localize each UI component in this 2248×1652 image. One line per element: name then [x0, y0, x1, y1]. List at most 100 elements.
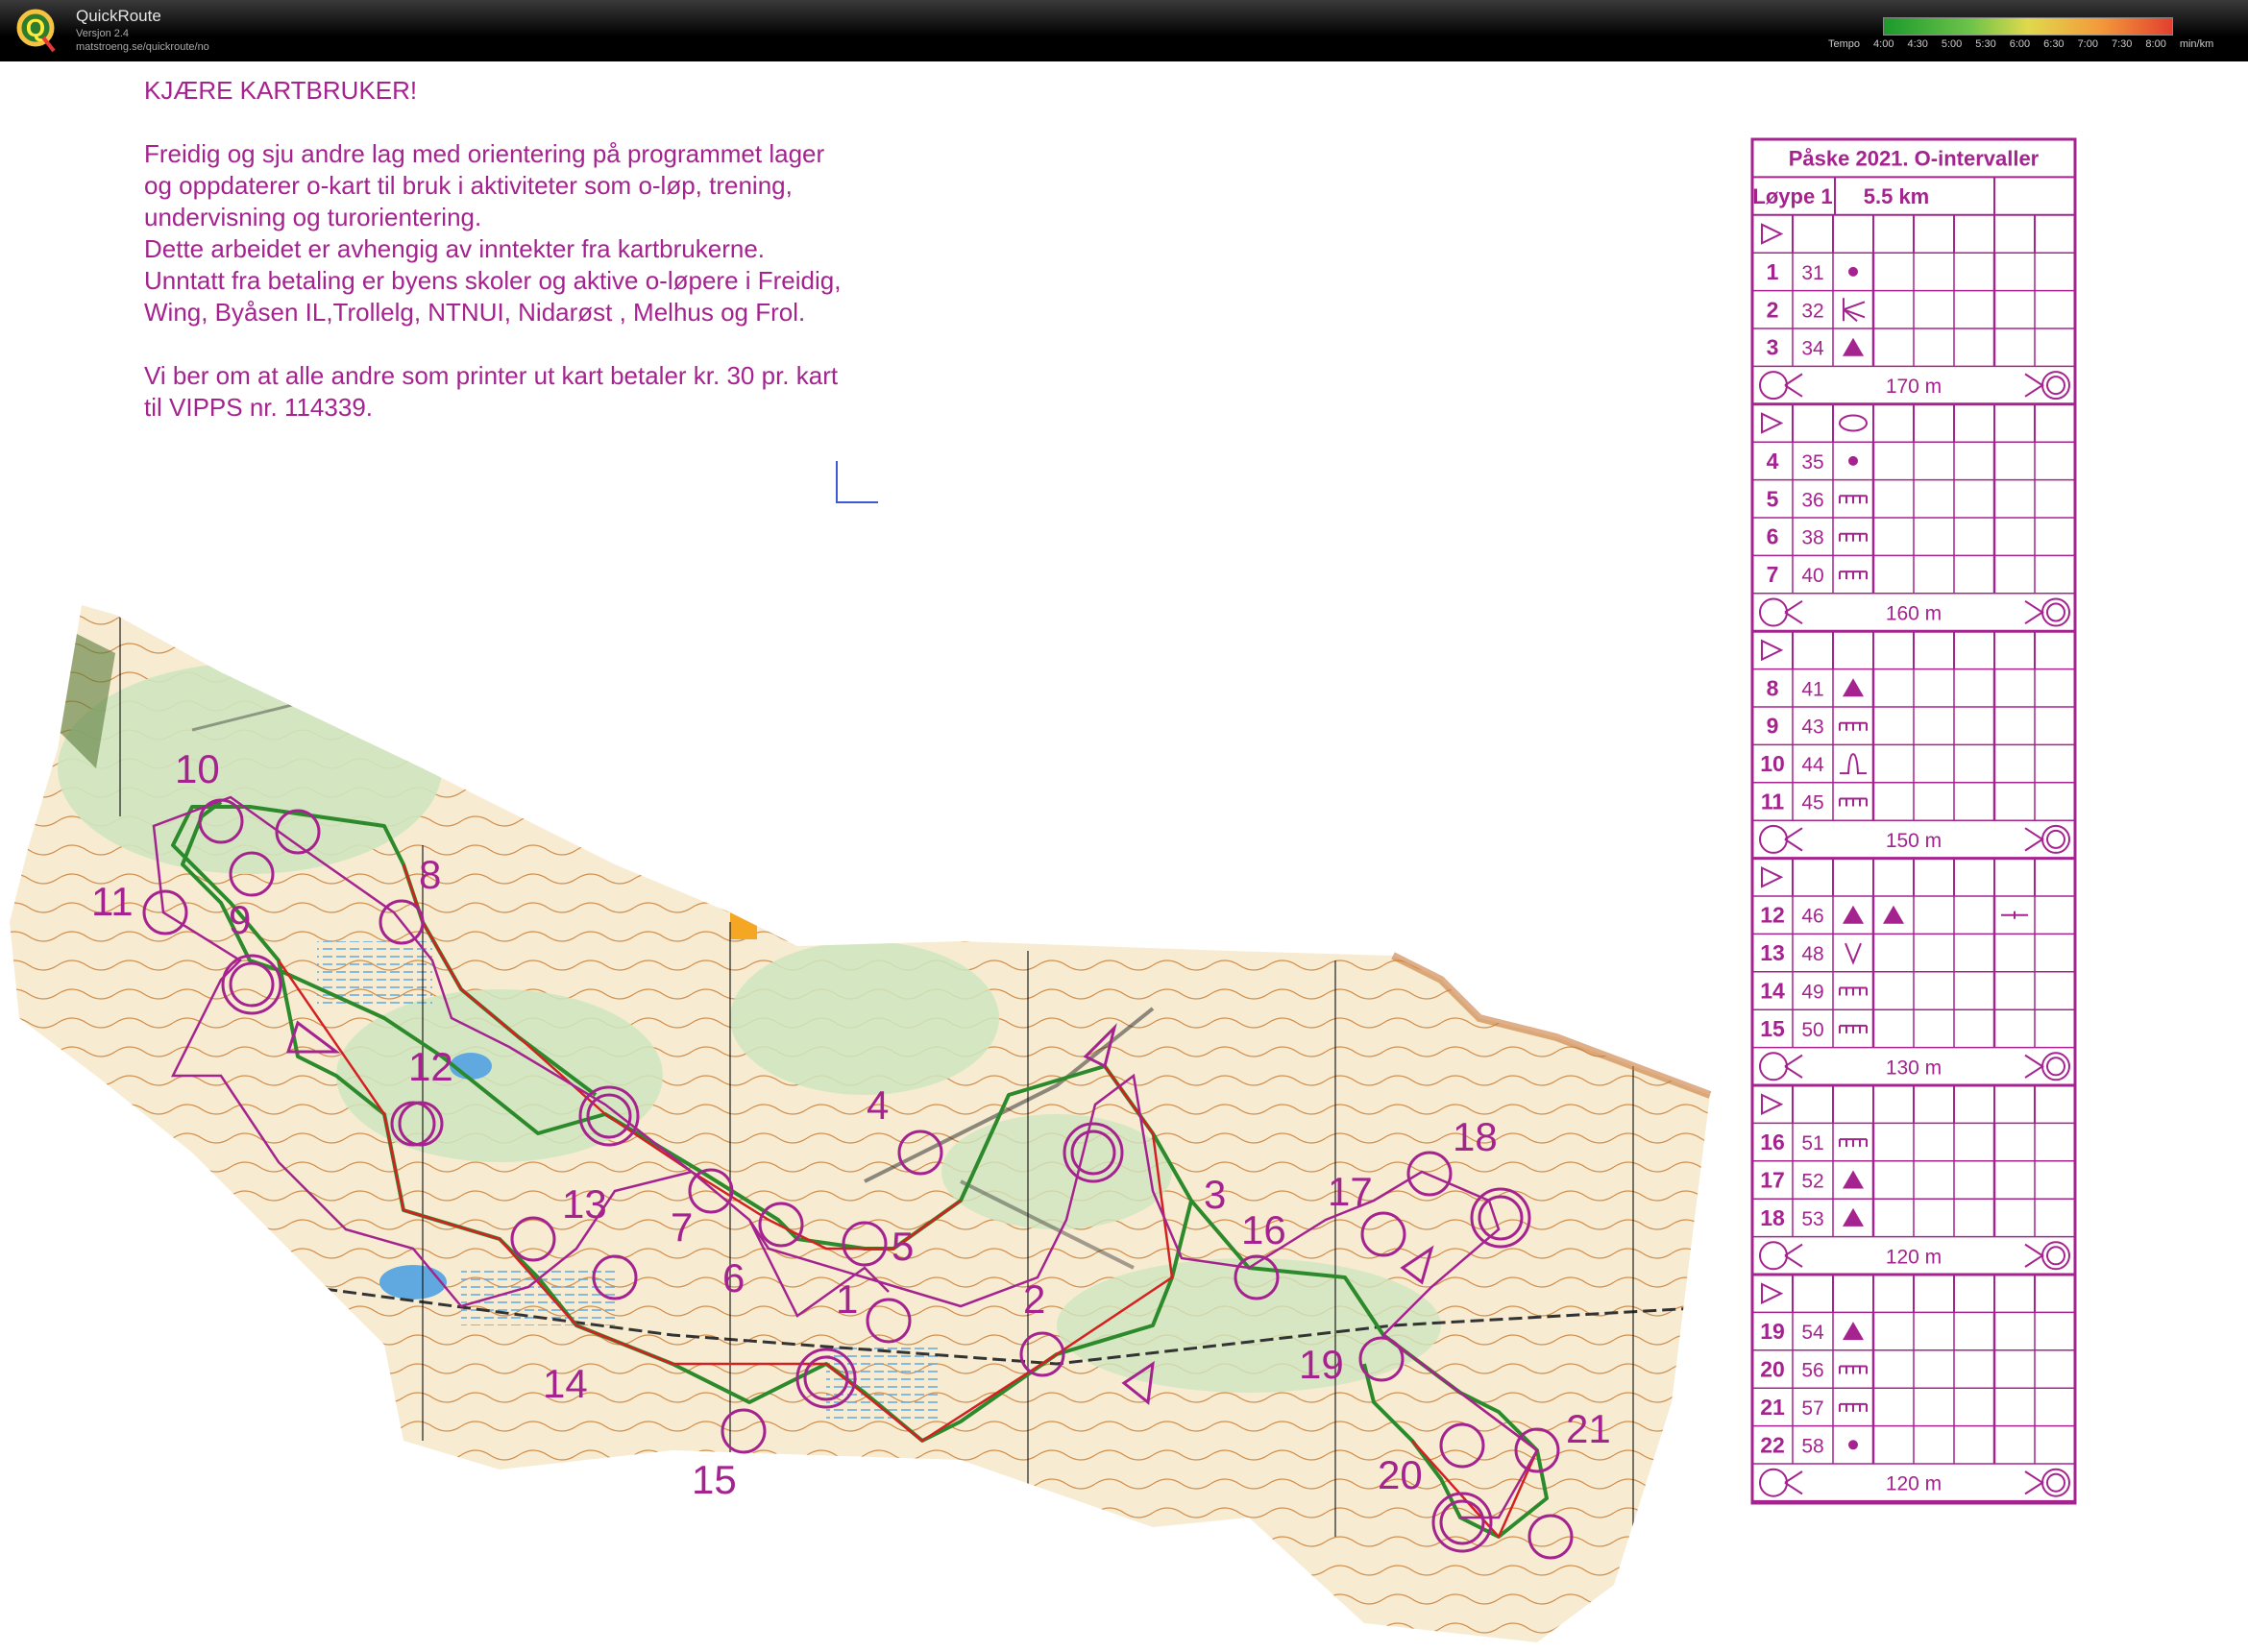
- control-sequence-number: 6: [1767, 524, 1779, 549]
- tempo-label: Tempo: [1828, 38, 1861, 50]
- start-triangle-icon: [1761, 639, 1784, 662]
- marked-route-length: 130 m: [1886, 1057, 1942, 1079]
- control-code: 46: [1801, 906, 1823, 928]
- triangle-symbol-icon: [1843, 337, 1864, 356]
- control-number: 19: [1299, 1342, 1344, 1387]
- control-number: 13: [562, 1181, 607, 1227]
- control-number: 10: [175, 746, 220, 791]
- tempo-tick: 6:00: [2009, 38, 2031, 50]
- notice-line: Unntatt fra betaling er byens skoler og …: [144, 266, 842, 295]
- control-code: 38: [1801, 527, 1823, 549]
- control-sequence-number: 22: [1760, 1432, 1785, 1457]
- control-number: 3: [1204, 1172, 1226, 1217]
- comb-symbol-icon: [1839, 1365, 1868, 1374]
- control-number: 12: [408, 1044, 453, 1089]
- finish-arrow-icon: [2024, 1054, 2044, 1079]
- comb-symbol-icon: [1839, 532, 1868, 542]
- app-title: QuickRoute: [76, 7, 161, 25]
- side-symbol-icon: [2001, 911, 2028, 919]
- control-number: 11: [91, 879, 134, 924]
- svg-text:Q: Q: [26, 13, 45, 42]
- notice-line: og oppdaterer o-kart til bruk i aktivite…: [144, 171, 793, 200]
- control-sequence-number: 11: [1761, 790, 1785, 814]
- control-code: 41: [1801, 678, 1823, 700]
- tempo-unit: min/km: [2179, 38, 2214, 50]
- funnel-start-icon: [1759, 597, 1788, 627]
- control-code: 43: [1801, 717, 1823, 739]
- control-code: 51: [1801, 1132, 1823, 1154]
- notice-line: Freidig og sju andre lag med orientering…: [144, 139, 825, 168]
- control-number: 20: [1378, 1452, 1423, 1497]
- finish-inner-circle-icon: [2046, 1057, 2065, 1077]
- tempo-color-scale: [1883, 17, 2173, 36]
- control-code: 45: [1801, 792, 1823, 814]
- funnel-start-icon: [1759, 1241, 1788, 1271]
- control-code: 44: [1801, 754, 1824, 776]
- control-sequence-number: 14: [1760, 979, 1785, 1004]
- control-code: 58: [1801, 1435, 1823, 1457]
- tempo-tick: 5:30: [1975, 38, 1996, 50]
- finish-inner-circle-icon: [2046, 602, 2065, 622]
- control-code: 34: [1801, 338, 1824, 360]
- control-number: 18: [1453, 1114, 1498, 1159]
- control-number: 21: [1566, 1406, 1611, 1451]
- start-triangle-icon: [1761, 1093, 1784, 1115]
- control-sequence-number: 18: [1760, 1205, 1785, 1230]
- triangle-symbol-icon: [1883, 905, 1904, 924]
- funnel-start-icon: [1759, 1052, 1788, 1081]
- control-sequence-number: 13: [1760, 940, 1785, 965]
- control-code: 57: [1801, 1397, 1823, 1420]
- comb-symbol-icon: [1839, 1138, 1868, 1148]
- control-code: 56: [1801, 1360, 1823, 1382]
- tempo-tick: 8:00: [2145, 38, 2166, 50]
- orienteering-map[interactable]: 1 2 3 4 5 6 7 8 9 10 11 12 13 14 15 16 1…: [0, 595, 1729, 1652]
- event-title: Påske 2021. O-intervaller: [1789, 147, 2040, 171]
- finish-inner-circle-icon: [2046, 829, 2065, 849]
- control-number: 5: [892, 1224, 914, 1269]
- finish-inner-circle-icon: [2046, 376, 2065, 396]
- comb-symbol-icon: [1839, 797, 1868, 807]
- triangle-symbol-icon: [1843, 678, 1864, 697]
- corner-mark: [836, 461, 878, 503]
- comb-symbol-icon: [1839, 721, 1868, 731]
- marked-route-length: 160 m: [1886, 603, 1942, 625]
- control-sequence-number: 17: [1760, 1168, 1785, 1193]
- quickroute-logo-icon: Q: [16, 9, 56, 53]
- dot-symbol-icon: [1848, 455, 1858, 466]
- tempo-tick: 7:30: [2111, 38, 2133, 50]
- control-code: 31: [1801, 262, 1823, 284]
- finish-arrow-icon: [2024, 373, 2044, 398]
- knoll-symbol-icon: [1840, 753, 1867, 775]
- triangle-symbol-icon: [1843, 1207, 1864, 1227]
- notice-heading: KJÆRE KARTBRUKER!: [144, 76, 418, 105]
- finish-arrow-icon: [2024, 1470, 2044, 1495]
- control-number: 17: [1328, 1169, 1373, 1214]
- control-sequence-number: 4: [1767, 449, 1779, 474]
- control-sequence-number: 5: [1767, 486, 1779, 511]
- triangle-symbol-icon: [1843, 905, 1864, 924]
- control-code: 36: [1801, 489, 1823, 511]
- title-bar: Q QuickRoute Versjon 2.4 matstroeng.se/q…: [0, 0, 2248, 61]
- control-sequence-number: 16: [1760, 1130, 1785, 1154]
- control-number: 14: [543, 1361, 588, 1406]
- control-description-table: Påske 2021. O-intervallerLøype 1 5.5 km1 3…: [1750, 137, 2077, 1505]
- app-url: matstroeng.se/quickroute/no: [76, 41, 209, 53]
- finish-inner-circle-icon: [2046, 1472, 2065, 1493]
- control-code: 50: [1801, 1019, 1823, 1041]
- funnel-start-icon: [1759, 1468, 1788, 1497]
- gully-symbol-icon: [1845, 942, 1862, 965]
- notice-line: Dette arbeidet er avhengig av inntekter …: [144, 234, 766, 263]
- rootstock-symbol-icon: [1843, 298, 1866, 323]
- comb-symbol-icon: [1839, 571, 1868, 580]
- control-code: 40: [1801, 565, 1823, 587]
- control-sequence-number: 10: [1760, 751, 1785, 776]
- control-number: 15: [692, 1457, 737, 1502]
- control-number: 2: [1023, 1276, 1045, 1322]
- control-number: 16: [1241, 1207, 1286, 1252]
- control-sequence-number: 19: [1760, 1319, 1785, 1344]
- finish-arrow-icon: [2024, 827, 2044, 852]
- dot-symbol-icon: [1848, 1440, 1858, 1450]
- control-number: 1: [836, 1276, 858, 1322]
- tempo-tick: 4:00: [1873, 38, 1894, 50]
- triangle-symbol-icon: [1843, 1322, 1864, 1341]
